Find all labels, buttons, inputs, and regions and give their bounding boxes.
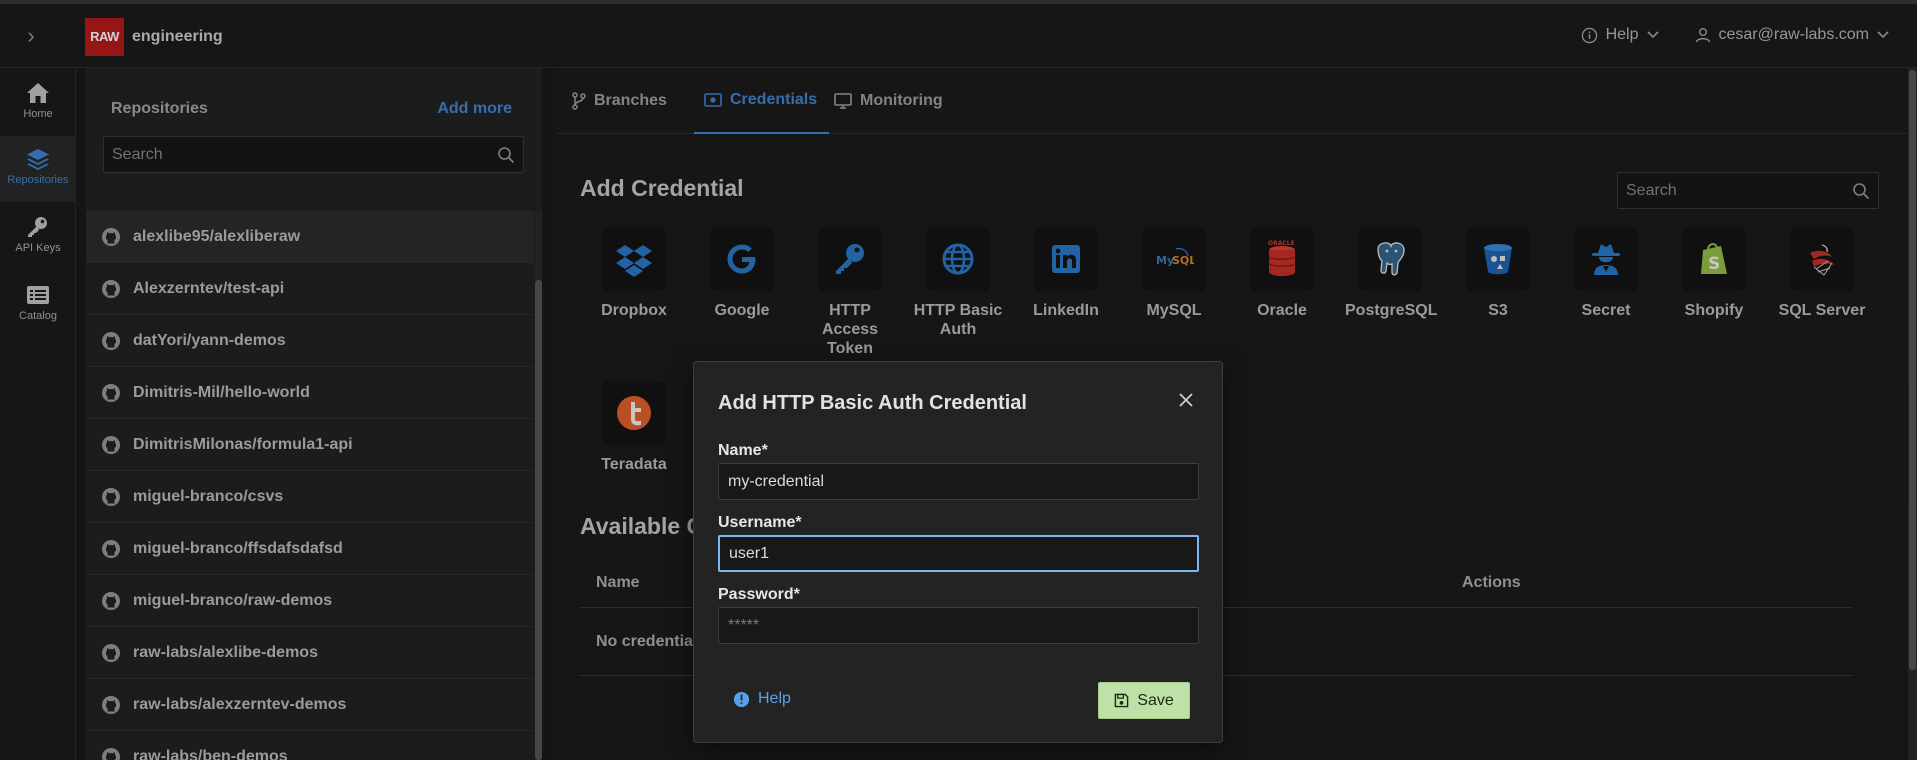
username-field[interactable]	[718, 535, 1199, 572]
save-button-label: Save	[1137, 691, 1174, 709]
close-icon[interactable]	[1178, 392, 1194, 408]
username-field-label: Username*	[718, 514, 802, 531]
save-button[interactable]: Save	[1098, 682, 1190, 719]
dialog-title: Add HTTP Basic Auth Credential	[718, 392, 1027, 414]
add-credential-dialog: Add HTTP Basic Auth Credential Name* Use…	[693, 361, 1223, 743]
info-icon	[733, 691, 750, 707]
floppy-disk-icon	[1114, 693, 1129, 708]
help-link[interactable]: Help	[733, 690, 791, 708]
name-field[interactable]	[718, 463, 1199, 500]
name-field-label: Name*	[718, 442, 768, 459]
password-field-label: Password*	[718, 586, 800, 603]
help-link-label: Help	[758, 690, 791, 707]
password-field[interactable]	[718, 607, 1199, 644]
